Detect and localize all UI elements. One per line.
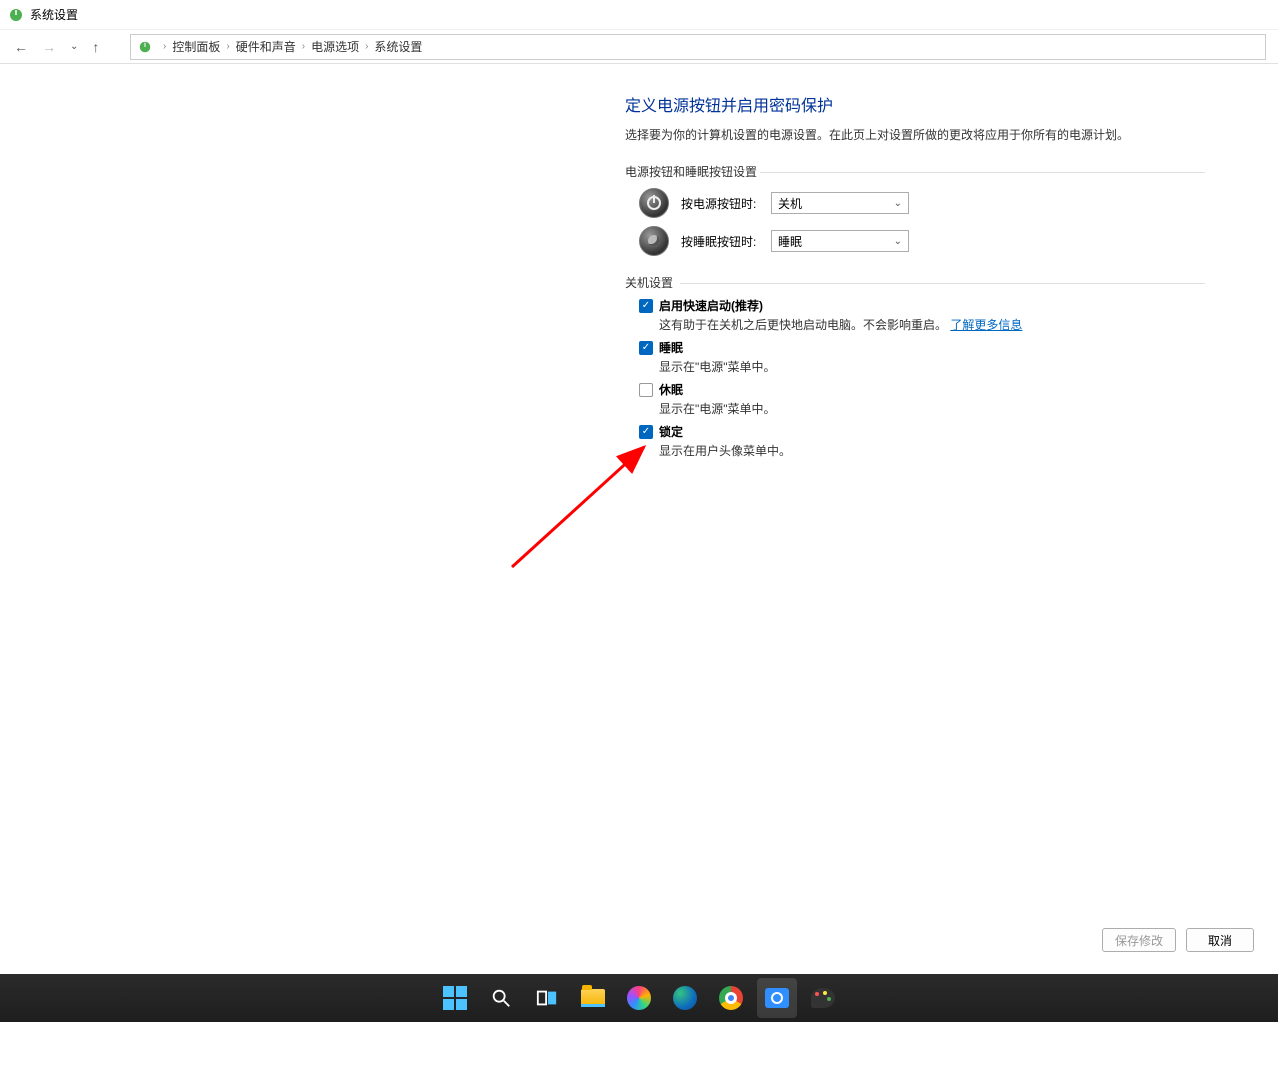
fast-startup-checkbox[interactable]: ✓ [639,299,653,313]
forward-button[interactable]: → [42,39,56,55]
lock-title: 锁定 [659,423,683,440]
power-button-row: 按电源按钮时: 关机 ⌄ [639,188,1165,218]
hibernate-title: 休眠 [659,381,683,398]
settings-app-button[interactable] [757,978,797,1018]
sleep-button-dropdown[interactable]: 睡眠 ⌄ [771,230,909,252]
chevron-right-icon: › [163,41,166,52]
chevron-down-icon: ⌄ [894,198,902,209]
lock-checkbox[interactable]: ✓ [639,425,653,439]
fast-startup-title: 启用快速启动(推荐) [659,297,763,314]
power-options-icon [8,7,24,23]
window-title: 系统设置 [30,6,78,23]
dropdown-value: 关机 [778,195,802,212]
fast-startup-desc: 这有助于在关机之后更快地启动电脑。不会影响重启。 了解更多信息 [659,316,1165,333]
hibernate-item: 休眠 显示在"电源"菜单中。 [639,381,1165,417]
sleep-icon [639,226,669,256]
edge-icon [673,986,697,1010]
save-button[interactable]: 保存修改 [1102,928,1176,952]
sleep-checkbox[interactable]: ✓ [639,341,653,355]
dropdown-value: 睡眠 [778,233,802,250]
chevron-right-icon: › [365,41,368,52]
button-settings-label: 电源按钮和睡眠按钮设置 [625,163,1165,180]
titlebar: 系统设置 [0,0,1278,30]
page-heading: 定义电源按钮并启用密码保护 [625,92,1165,116]
back-button[interactable]: ← [14,39,28,55]
windows-logo-icon [443,986,467,1010]
chrome-icon [719,986,743,1010]
start-button[interactable] [435,978,475,1018]
taskview-button[interactable] [527,978,567,1018]
sleep-title: 睡眠 [659,339,683,356]
chevron-down-icon: ⌄ [894,236,902,247]
search-button[interactable] [481,978,521,1018]
sleep-desc: 显示在"电源"菜单中。 [659,358,1165,375]
page-description: 选择要为你的计算机设置的电源设置。在此页上对设置所做的更改将应用于你所有的电源计… [625,126,1165,143]
shutdown-settings-group: 关机设置 ✓ 启用快速启动(推荐) 这有助于在关机之后更快地启动电脑。不会影响重… [625,274,1165,459]
hibernate-checkbox[interactable] [639,383,653,397]
footer-buttons: 保存修改 取消 [1102,928,1254,952]
paint-button[interactable] [803,978,843,1018]
breadcrumb-item[interactable]: 控制面板 [172,38,220,55]
lock-item: ✓ 锁定 显示在用户头像菜单中。 [639,423,1165,459]
power-options-icon [137,39,153,55]
settings-app-icon [765,988,789,1008]
paint-icon [811,988,835,1008]
file-explorer-button[interactable] [573,978,613,1018]
fast-startup-item: ✓ 启用快速启动(推荐) 这有助于在关机之后更快地启动电脑。不会影响重启。 了解… [639,297,1165,333]
shutdown-settings-label: 关机设置 [625,274,1165,291]
content-area: 定义电源按钮并启用密码保护 选择要为你的计算机设置的电源设置。在此页上对设置所做… [0,64,1278,968]
nav-row: ← → ⌄ ↑ › 控制面板 › 硬件和声音 › 电源选项 › 系统设置 [0,30,1278,64]
hibernate-desc: 显示在"电源"菜单中。 [659,400,1165,417]
settings-panel: 定义电源按钮并启用密码保护 选择要为你的计算机设置的电源设置。在此页上对设置所做… [625,92,1165,459]
sleep-button-label: 按睡眠按钮时: [681,233,771,250]
sleep-button-row: 按睡眠按钮时: 睡眠 ⌄ [639,226,1165,256]
chrome-button[interactable] [711,978,751,1018]
chevron-right-icon: › [302,41,305,52]
search-icon [490,987,512,1009]
folder-icon [581,989,605,1007]
breadcrumb[interactable]: › 控制面板 › 硬件和声音 › 电源选项 › 系统设置 [130,34,1266,60]
power-icon [639,188,669,218]
up-button[interactable]: ↑ [92,39,99,55]
nav-arrows: ← → ⌄ ↑ [0,39,130,55]
power-button-dropdown[interactable]: 关机 ⌄ [771,192,909,214]
cancel-button[interactable]: 取消 [1186,928,1254,952]
taskbar [0,974,1278,1022]
copilot-button[interactable] [619,978,659,1018]
sleep-item: ✓ 睡眠 显示在"电源"菜单中。 [639,339,1165,375]
breadcrumb-item[interactable]: 硬件和声音 [236,38,296,55]
chevron-right-icon: › [226,41,229,52]
breadcrumb-item[interactable]: 系统设置 [374,38,422,55]
edge-button[interactable] [665,978,705,1018]
lock-desc: 显示在用户头像菜单中。 [659,442,1165,459]
taskview-icon [536,987,558,1009]
breadcrumb-item[interactable]: 电源选项 [311,38,359,55]
recent-dropdown[interactable]: ⌄ [70,41,78,52]
learn-more-link[interactable]: 了解更多信息 [950,318,1022,332]
power-button-label: 按电源按钮时: [681,195,771,212]
copilot-icon [627,986,651,1010]
